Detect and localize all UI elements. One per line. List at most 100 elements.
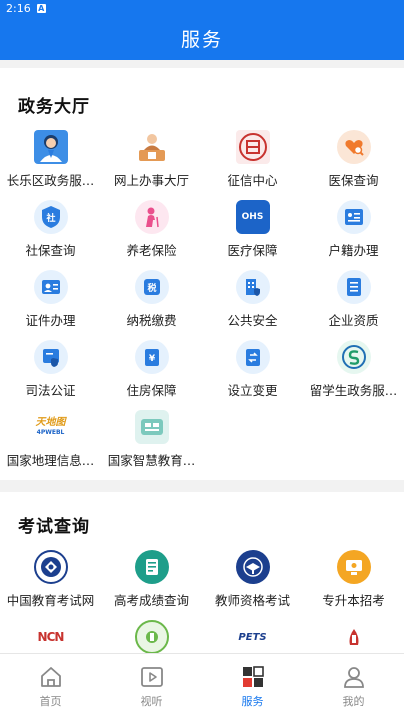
- gov-item-social-security[interactable]: 社 社保查询: [0, 200, 101, 270]
- shield-icon: 社: [33, 200, 68, 234]
- main-content[interactable]: 政务大厅 长乐区政务服… 网上办事大厅 征信中心 医保查询 社 社保查询 养老保…: [0, 60, 404, 653]
- gov-item-notary[interactable]: 司法公证: [0, 340, 101, 410]
- gov-item-label: 纳税缴费: [126, 313, 177, 328]
- housing-fund-icon: ¥: [134, 340, 169, 374]
- tianditu-logo-icon: 天地图 4PWEBL: [34, 410, 68, 444]
- gov-section-title: 政务大厅: [18, 97, 90, 117]
- exam-item-gaokao[interactable]: 高考成绩查询: [101, 550, 202, 620]
- sim-icon: A: [36, 3, 46, 13]
- exam-item-label: 专升本招考: [322, 593, 385, 608]
- home-icon: [40, 666, 61, 687]
- green-seal-icon: [134, 620, 169, 653]
- gov-item-public-safety[interactable]: 公共安全: [202, 270, 303, 340]
- user-icon: [343, 666, 364, 688]
- shield-text: 社: [45, 212, 55, 224]
- exam-item-label: 中国教育考试网: [6, 593, 95, 608]
- tianditu-logo-mark: 天地图: [35, 417, 66, 428]
- credit-seal-icon: [235, 130, 270, 164]
- gov-item-label: 设立变更: [227, 383, 278, 398]
- gov-item-label: 户籍办理: [328, 243, 379, 258]
- play-icon: [140, 666, 163, 687]
- nav-services[interactable]: 服务: [202, 654, 303, 720]
- tianditu-logo-subtext: 4PWEBL: [36, 429, 65, 436]
- exam-item-teacher-cert[interactable]: 教师资格考试: [202, 550, 303, 620]
- gov-item-label: 医疗保障: [227, 243, 278, 258]
- section-divider: [0, 480, 404, 492]
- gov-item-label: 征信中心: [227, 173, 278, 188]
- nav-media[interactable]: 视听: [101, 654, 202, 720]
- certificate-icon: [33, 270, 68, 304]
- nav-services-label: 服务: [241, 694, 264, 708]
- bottom-nav: 首页 视听 服务 我的: [0, 653, 404, 720]
- ncn-logo-icon: NCN: [37, 630, 65, 644]
- gov-item-overseas-students[interactable]: 留学生政务服…: [303, 340, 404, 410]
- gov-item-online-hall[interactable]: 网上办事大厅: [101, 130, 202, 200]
- status-bar: 2:16 A: [0, 0, 404, 16]
- exam-item-label: 高考成绩查询: [113, 593, 189, 608]
- ohs-logo-icon: OHS: [235, 200, 270, 234]
- tax-text: 税: [147, 282, 156, 294]
- grid-icon: [242, 665, 264, 687]
- app-header: 服务: [0, 16, 404, 60]
- score-report-icon: [134, 550, 169, 584]
- gov-item-tax[interactable]: 税 纳税缴费: [101, 270, 202, 340]
- gov-item-label: 企业资质: [328, 313, 379, 328]
- nav-profile-label: 我的: [342, 694, 365, 708]
- nav-profile[interactable]: 我的: [303, 654, 404, 720]
- red-emblem-icon: [337, 620, 371, 653]
- exam-item-upgrade-exam[interactable]: 专升本招考: [303, 550, 404, 620]
- id-card-icon: [336, 200, 371, 234]
- exam-section: 考试查询 中国教育考试网 高考成绩查询 教师资格考试 专升本招考 NCN PET…: [0, 492, 404, 653]
- gov-item-pension[interactable]: 养老保险: [101, 200, 202, 270]
- gov-item-enterprise[interactable]: 企业资质: [303, 270, 404, 340]
- gov-item-certificates[interactable]: 证件办理: [0, 270, 101, 340]
- gov-item-label: 证件办理: [25, 313, 76, 328]
- exam-item-green-logo[interactable]: [101, 620, 202, 653]
- teacher-badge-icon: [235, 550, 270, 584]
- gov-item-label: 网上办事大厅: [113, 173, 189, 188]
- gov-section: 政务大厅 长乐区政务服… 网上办事大厅 征信中心 医保查询 社 社保查询 养老保…: [0, 68, 404, 480]
- gov-item-label: 长乐区政务服…: [6, 173, 95, 188]
- page-title: 服务: [180, 28, 223, 51]
- top-divider: [0, 60, 404, 68]
- building-icon: [235, 270, 270, 304]
- gov-item-household[interactable]: 户籍办理: [303, 200, 404, 270]
- exam-section-title: 考试查询: [18, 517, 90, 537]
- gov-item-housing[interactable]: ¥ 住房保障: [101, 340, 202, 410]
- gov-item-geo-info[interactable]: 天地图 4PWEBL 国家地理信息…: [0, 410, 101, 480]
- gov-item-changle[interactable]: 长乐区政务服…: [0, 130, 101, 200]
- smart-education-icon: [134, 410, 169, 444]
- gov-item-smart-education[interactable]: 国家智慧教育…: [101, 410, 202, 480]
- gov-item-label: 国家地理信息…: [6, 453, 95, 468]
- gov-item-label: 社保查询: [25, 243, 76, 258]
- exam-item-label: 教师资格考试: [214, 593, 290, 608]
- housing-text: ¥: [148, 354, 155, 364]
- gov-item-label: 国家智慧教育…: [107, 453, 196, 468]
- nav-home-label: 首页: [39, 694, 62, 708]
- service-desk-icon: [135, 130, 169, 164]
- gov-item-label: 养老保险: [126, 243, 177, 258]
- heart-search-icon: [336, 130, 371, 164]
- justice-badge-icon: [33, 340, 68, 374]
- gov-item-label: 留学生政务服…: [309, 383, 398, 398]
- tax-icon: 税: [134, 270, 169, 304]
- pets-logo-icon: PETS: [238, 631, 267, 643]
- nav-home[interactable]: 首页: [0, 654, 101, 720]
- exam-screen-icon: [336, 550, 371, 584]
- nav-media-label: 视听: [140, 694, 163, 708]
- gov-item-medical-insurance[interactable]: OHS 医疗保障: [202, 200, 303, 270]
- gov-item-label: 公共安全: [227, 313, 278, 328]
- neea-logo-icon: [33, 550, 68, 584]
- exam-item-pets[interactable]: PETS: [202, 620, 303, 653]
- gov-item-registration-change[interactable]: 设立变更: [202, 340, 303, 410]
- exam-item-red-logo[interactable]: [303, 620, 404, 653]
- exam-item-neea[interactable]: 中国教育考试网: [0, 550, 101, 620]
- change-document-icon: [235, 340, 270, 374]
- gov-item-medical-query[interactable]: 医保查询: [303, 130, 404, 200]
- elderly-icon: [134, 200, 169, 234]
- exam-item-ncn[interactable]: NCN: [0, 620, 101, 653]
- gov-item-credit-center[interactable]: 征信中心: [202, 130, 303, 200]
- person-avatar-icon: [33, 130, 68, 164]
- gov-item-label: 住房保障: [126, 383, 177, 398]
- gov-item-label: 医保查询: [328, 173, 379, 188]
